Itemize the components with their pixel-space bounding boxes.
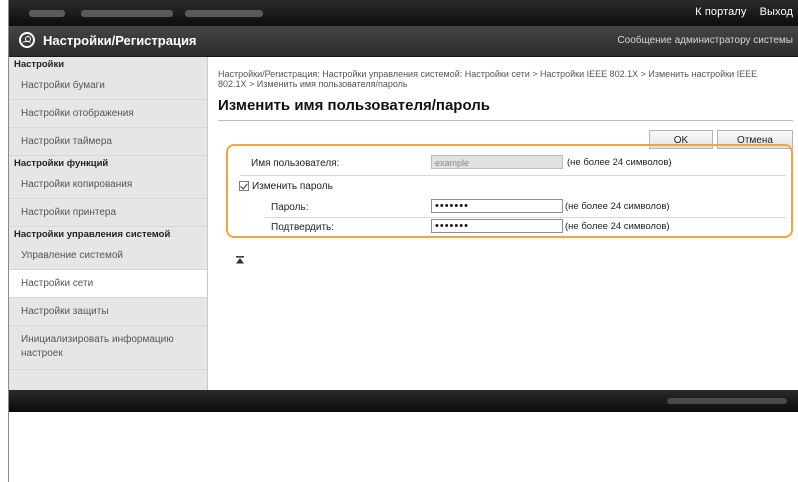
blurred-text <box>29 10 65 17</box>
confirm-hint: (не более 24 символов) <box>565 221 670 232</box>
logout-link[interactable]: Выход <box>760 6 793 18</box>
blurred-text <box>185 10 263 17</box>
blurred-copyright <box>667 398 787 404</box>
admin-message-link[interactable]: Сообщение администратору системы <box>617 35 793 46</box>
confirm-label: Подтвердить: <box>271 222 335 233</box>
footer-bar <box>9 390 798 412</box>
sidebar-item-timer-settings[interactable]: Настройки таймера <box>9 128 207 156</box>
change-password-label: Изменить пароль <box>252 181 333 192</box>
title-divider <box>218 120 793 121</box>
username-hint: (не более 24 символов) <box>567 157 672 168</box>
password-hint: (не более 24 символов) <box>565 201 670 212</box>
breadcrumb: Настройки/Регистрация: Настройки управле… <box>218 69 758 89</box>
change-password-checkbox[interactable] <box>239 181 249 191</box>
top-links: К порталу Выход <box>685 6 793 18</box>
username-label: Имя пользователя: <box>251 158 340 169</box>
password-label: Пароль: <box>271 202 309 213</box>
browser-page: К порталу Выход Настройки/Регистрация Со… <box>8 0 798 482</box>
page-title: Изменить имя пользователя/пароль <box>218 97 491 114</box>
page-top-icon[interactable] <box>236 256 244 264</box>
confirm-row: Подтвердить: ••••••• (не более 24 символ… <box>228 218 791 238</box>
sidebar-item-printer-settings[interactable]: Настройки принтера <box>9 199 207 227</box>
password-row: Пароль: ••••••• (не более 24 символов) <box>228 198 791 218</box>
app-header: Настройки/Регистрация Сообщение админист… <box>9 26 798 57</box>
app-title: Настройки/Регистрация <box>43 33 197 48</box>
change-password-row: Изменить пароль <box>228 178 791 198</box>
row-divider <box>240 175 786 176</box>
sidebar-item-initialize-settings[interactable]: Инициализировать информацию настроек <box>9 326 207 370</box>
username-row: Имя пользователя: example (не более 24 с… <box>228 154 791 174</box>
username-field[interactable]: example <box>431 155 563 169</box>
sidebar-item-display-settings[interactable]: Настройки отображения <box>9 100 207 128</box>
sidebar-item-security-settings[interactable]: Настройки защиты <box>9 298 207 326</box>
sidebar-item-system-management[interactable]: Управление системой <box>9 242 207 270</box>
sidebar-item-copy-settings[interactable]: Настройки копирования <box>9 171 207 199</box>
portal-link[interactable]: К порталу <box>695 6 746 18</box>
sidebar-item-network-settings[interactable]: Настройки сети <box>9 270 207 298</box>
sidebar-heading-settings: Настройки <box>9 57 207 72</box>
settings-registration-icon <box>19 32 35 48</box>
credentials-form: Имя пользователя: example (не более 24 с… <box>226 144 793 238</box>
sidebar-heading-function-settings: Настройки функций <box>9 156 207 171</box>
blurred-text <box>81 10 173 17</box>
top-bar: К порталу Выход <box>9 0 798 26</box>
sidebar: Настройки Настройки бумаги Настройки ото… <box>9 57 208 390</box>
password-field[interactable]: ••••••• <box>431 199 563 213</box>
main-content: Настройки/Регистрация: Настройки управле… <box>208 57 798 390</box>
sidebar-item-paper-settings[interactable]: Настройки бумаги <box>9 72 207 100</box>
confirm-password-field[interactable]: ••••••• <box>431 219 563 233</box>
sidebar-heading-system-management: Настройки управления системой <box>9 227 207 242</box>
